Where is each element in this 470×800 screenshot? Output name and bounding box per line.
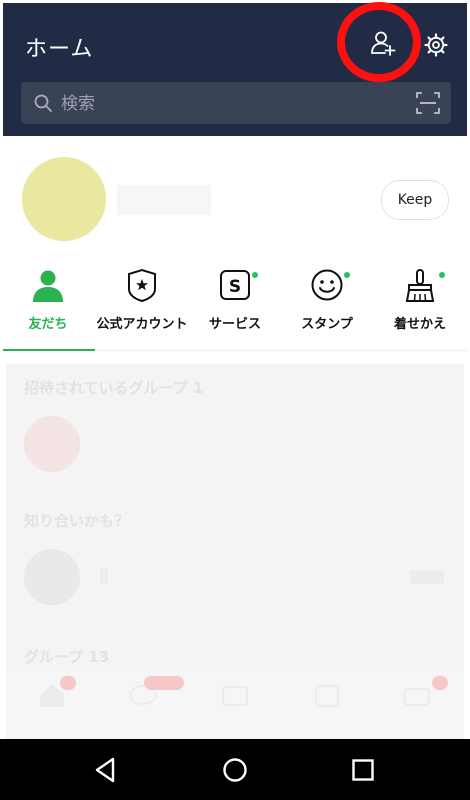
tab-label: 公式アカウント (96, 317, 188, 332)
tab-friends[interactable]: 友だち (1, 268, 95, 350)
suggested-friend-name-placeholder (100, 569, 108, 583)
search-bar[interactable] (21, 82, 451, 124)
profile-avatar[interactable] (22, 157, 106, 241)
add-suggestion-placeholder (410, 570, 444, 584)
notification-badge (60, 676, 76, 690)
back-icon[interactable] (91, 755, 121, 785)
new-indicator-dot (439, 272, 445, 278)
bottom-tab-wallet[interactable] (372, 672, 462, 738)
suggested-friend-avatar (24, 549, 80, 605)
shield-star-icon (128, 268, 156, 302)
system-nav-bar (0, 739, 470, 800)
active-tab-indicator (3, 349, 95, 351)
person-add-icon (371, 31, 396, 56)
app-header: ホーム (3, 3, 467, 136)
timeline-icon (222, 686, 248, 706)
tab-label: スタンプ (301, 317, 353, 332)
groups-header: グループ 13 (24, 648, 110, 666)
notification-badge (144, 676, 184, 690)
new-indicator-dot (344, 272, 350, 278)
tab-themes[interactable]: 着せかえ (373, 268, 467, 350)
qr-scan-icon[interactable] (416, 92, 440, 114)
news-icon (315, 685, 339, 707)
page-title: ホーム (25, 37, 94, 62)
tab-divider (95, 350, 467, 351)
tab-stickers[interactable]: スタンプ (280, 268, 374, 350)
search-input[interactable] (59, 91, 403, 117)
settings-button[interactable] (423, 32, 449, 58)
group-avatar (24, 416, 80, 472)
home-nav-icon[interactable] (220, 755, 250, 785)
tab-official-accounts[interactable]: 公式アカウント (95, 268, 189, 350)
brush-icon (405, 269, 435, 302)
recents-icon[interactable] (348, 755, 378, 785)
bottom-tab-chats[interactable] (100, 672, 190, 738)
bottom-tab-home[interactable] (8, 672, 98, 738)
bottom-tab-timeline[interactable] (190, 672, 280, 738)
search-icon (34, 94, 52, 112)
tab-label: 友だち (28, 317, 68, 332)
bottom-tab-news[interactable] (282, 672, 372, 738)
notification-badge (432, 676, 448, 690)
person-icon (33, 270, 63, 302)
add-friend-button[interactable] (369, 29, 397, 57)
new-indicator-dot (252, 272, 258, 278)
smiley-icon (311, 269, 343, 301)
people-you-may-know-header: 知り合いかも？ (24, 512, 130, 530)
s-box-icon: S (220, 270, 250, 300)
wallet-icon (404, 688, 430, 706)
keep-button[interactable]: Keep (381, 180, 449, 220)
tab-label: 着せかえ (393, 317, 446, 332)
svg-text:S: S (229, 277, 241, 297)
gear-icon (424, 33, 448, 57)
tab-services[interactable]: S サービス (188, 268, 282, 350)
tab-label: サービス (208, 317, 261, 332)
profile-name-placeholder (117, 185, 211, 215)
bottom-tab-bar (6, 672, 464, 738)
invited-groups-header: 招待されているグループ 1 (24, 379, 204, 397)
